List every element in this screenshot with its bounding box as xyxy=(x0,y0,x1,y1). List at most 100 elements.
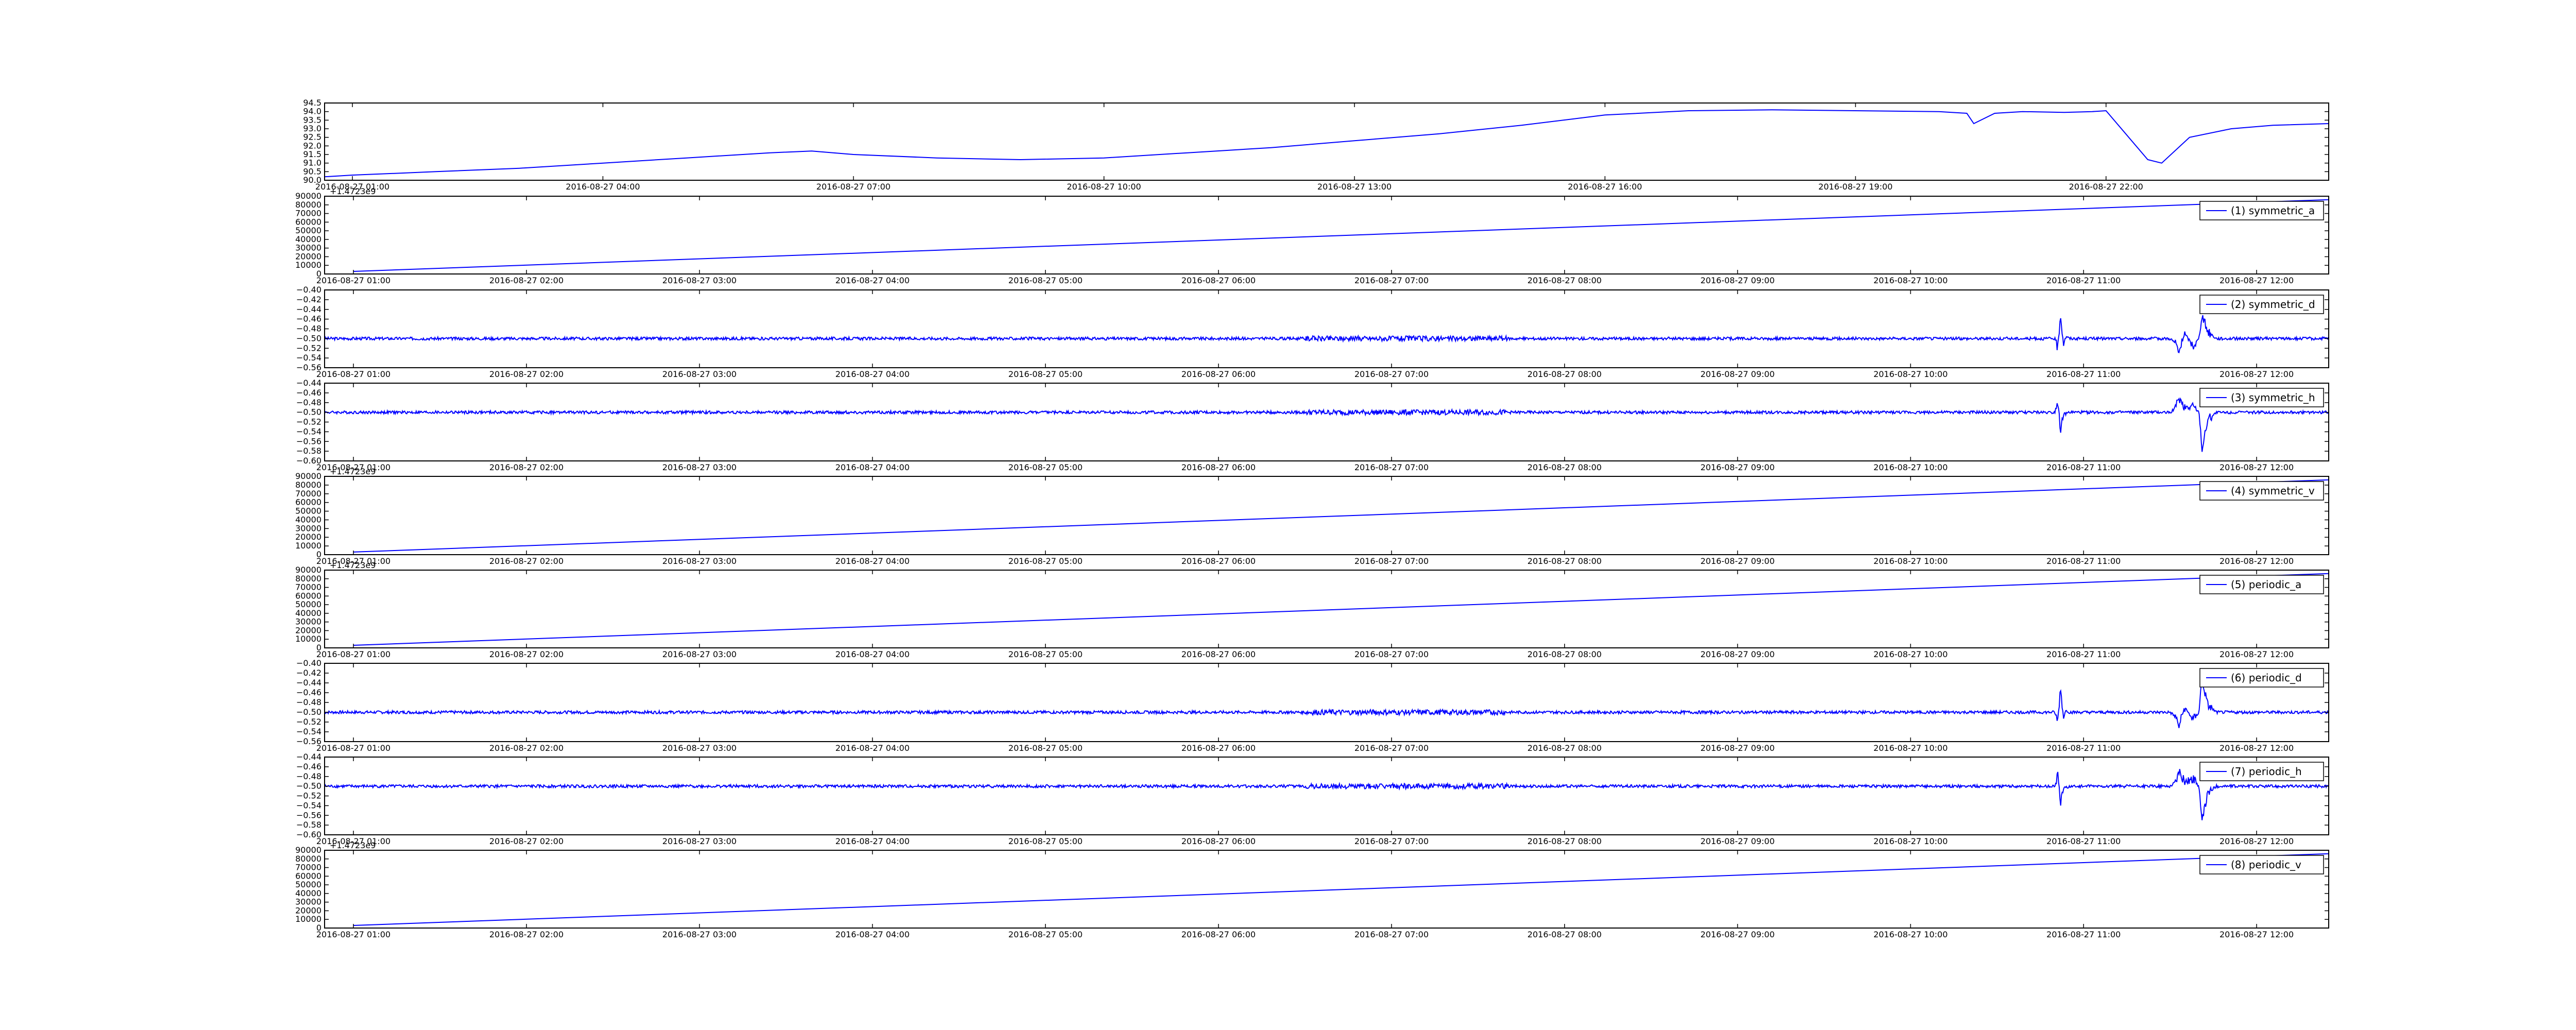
x-tick-label: 2016-08-27 12:00 xyxy=(2219,836,2294,846)
series-line-1 xyxy=(324,109,2329,178)
x-tick-label: 2016-08-27 07:00 xyxy=(1354,649,1429,659)
y-tick-label: 91.5 xyxy=(303,149,321,159)
axes-frame xyxy=(324,383,2329,461)
y-tick-label: 40000 xyxy=(295,234,321,244)
x-tick-label: 2016-08-27 08:00 xyxy=(1528,369,1602,379)
y-tick-label: −0.50 xyxy=(296,407,321,417)
y-tick-label: −0.54 xyxy=(296,353,321,363)
x-tick-label: 2016-08-27 03:00 xyxy=(663,369,737,379)
y-tick-label: 91.0 xyxy=(303,158,321,168)
y-tick-label: −0.58 xyxy=(296,446,321,456)
y-offset-label: +1.4723e9 xyxy=(330,560,376,570)
y-tick-label: 40000 xyxy=(295,514,321,524)
y-tick-label: 50000 xyxy=(295,599,321,609)
y-offset-label: +1.4723e9 xyxy=(330,467,376,476)
legend-label: (7) periodic_h xyxy=(2231,765,2302,778)
x-tick-label: 2016-08-27 07:00 xyxy=(1354,276,1429,285)
x-tick-label: 2016-08-27 09:00 xyxy=(1700,743,1774,753)
y-tick-label: 60000 xyxy=(295,591,321,600)
y-tick-label: −0.46 xyxy=(296,762,321,771)
x-tick-label: 2016-08-27 07:00 xyxy=(1354,743,1429,753)
x-tick-label: 2016-08-27 12:00 xyxy=(2219,743,2294,753)
legend-label: (4) symmetric_v xyxy=(2231,485,2315,497)
y-tick-label: 30000 xyxy=(295,523,321,533)
x-tick-label: 2016-08-27 09:00 xyxy=(1700,369,1774,379)
x-tick-label: 2016-08-27 03:00 xyxy=(663,930,737,939)
x-tick-label: 2016-08-27 04:00 xyxy=(835,462,909,472)
legend: (3) symmetric_h xyxy=(2199,388,2324,407)
x-tick-label: 2016-08-27 09:00 xyxy=(1700,836,1774,846)
x-tick-label: 2016-08-27 10:00 xyxy=(1067,182,1141,192)
axes-frame xyxy=(324,102,2329,181)
y-tick-label: −0.58 xyxy=(296,820,321,830)
y-tick-label: 60000 xyxy=(295,497,321,507)
x-tick-label: 2016-08-27 07:00 xyxy=(1354,930,1429,939)
y-tick-label: 70000 xyxy=(295,863,321,872)
x-tick-label: 2016-08-27 11:00 xyxy=(2046,276,2121,285)
y-tick-label: 90000 xyxy=(295,471,321,481)
x-tick-label: 2016-08-27 12:00 xyxy=(2219,556,2294,566)
y-tick-label: −0.40 xyxy=(296,285,321,295)
legend-label: (3) symmetric_h xyxy=(2231,391,2315,404)
y-tick-label: −0.44 xyxy=(296,678,321,688)
x-tick-label: 2016-08-27 02:00 xyxy=(489,276,564,285)
x-tick-label: 2016-08-27 01:00 xyxy=(316,649,391,659)
x-tick-label: 2016-08-27 12:00 xyxy=(2219,369,2294,379)
y-tick-label: 92.5 xyxy=(303,132,321,142)
series-line-9 xyxy=(353,853,2329,926)
x-tick-label: 2016-08-27 07:00 xyxy=(816,182,890,192)
y-tick-label: −0.50 xyxy=(296,781,321,791)
y-tick-label: 70000 xyxy=(295,209,321,218)
y-tick-label: −0.48 xyxy=(296,398,321,407)
legend-label: (2) symmetric_d xyxy=(2231,298,2315,311)
x-tick-label: 2016-08-27 22:00 xyxy=(2069,182,2143,192)
x-tick-label: 2016-08-27 10:00 xyxy=(1873,462,1947,472)
series-line-6 xyxy=(353,573,2329,646)
legend: (7) periodic_h xyxy=(2199,762,2324,781)
x-tick-label: 2016-08-27 04:00 xyxy=(835,556,909,566)
y-tick-label: −0.52 xyxy=(296,343,321,353)
x-tick-label: 2016-08-27 12:00 xyxy=(2219,649,2294,659)
x-tick-label: 2016-08-27 04:00 xyxy=(835,836,909,846)
axes-frame xyxy=(324,850,2329,929)
series-line-7 xyxy=(324,677,2329,728)
x-tick-label: 2016-08-27 07:00 xyxy=(1354,556,1429,566)
series-line-8 xyxy=(324,769,2329,820)
x-tick-label: 2016-08-27 05:00 xyxy=(1008,556,1082,566)
x-tick-label: 2016-08-27 09:00 xyxy=(1700,930,1774,939)
x-tick-label: 2016-08-27 11:00 xyxy=(2046,462,2121,472)
x-tick-label: 2016-08-27 06:00 xyxy=(1181,649,1256,659)
y-tick-label: 92.0 xyxy=(303,141,321,150)
y-tick-label: −0.48 xyxy=(296,771,321,781)
y-tick-label: −0.52 xyxy=(296,791,321,801)
axes-frame xyxy=(324,196,2329,274)
x-tick-label: 2016-08-27 03:00 xyxy=(663,462,737,472)
x-tick-label: 2016-08-27 02:00 xyxy=(489,743,564,753)
x-tick-label: 2016-08-27 10:00 xyxy=(1873,276,1947,285)
legend-label: (1) symmetric_a xyxy=(2231,204,2315,217)
x-tick-label: 2016-08-27 11:00 xyxy=(2046,930,2121,939)
y-tick-label: 80000 xyxy=(295,574,321,583)
x-tick-label: 2016-08-27 01:00 xyxy=(316,369,391,379)
x-tick-label: 2016-08-27 03:00 xyxy=(663,556,737,566)
series-line-2 xyxy=(353,199,2329,272)
x-tick-label: 2016-08-27 08:00 xyxy=(1528,743,1602,753)
x-tick-label: 2016-08-27 06:00 xyxy=(1181,930,1256,939)
y-tick-label: −0.42 xyxy=(296,668,321,678)
x-tick-label: 2016-08-27 07:00 xyxy=(1354,462,1429,472)
legend-label: (8) periodic_v xyxy=(2231,859,2301,871)
x-tick-label: 2016-08-27 10:00 xyxy=(1873,369,1947,379)
x-tick-label: 2016-08-27 05:00 xyxy=(1008,836,1082,846)
y-tick-label: −0.54 xyxy=(296,426,321,436)
y-tick-label: 30000 xyxy=(295,897,321,907)
series-line-3 xyxy=(324,315,2329,354)
x-tick-label: 2016-08-27 12:00 xyxy=(2219,930,2294,939)
x-tick-label: 2016-08-27 05:00 xyxy=(1008,930,1082,939)
x-tick-label: 2016-08-27 12:00 xyxy=(2219,462,2294,472)
x-tick-label: 2016-08-27 13:00 xyxy=(1317,182,1392,192)
x-tick-label: 2016-08-27 05:00 xyxy=(1008,649,1082,659)
y-tick-label: −0.46 xyxy=(296,314,321,324)
axes-frame xyxy=(324,476,2329,555)
y-tick-label: 70000 xyxy=(295,582,321,592)
y-tick-label: 30000 xyxy=(295,617,321,627)
